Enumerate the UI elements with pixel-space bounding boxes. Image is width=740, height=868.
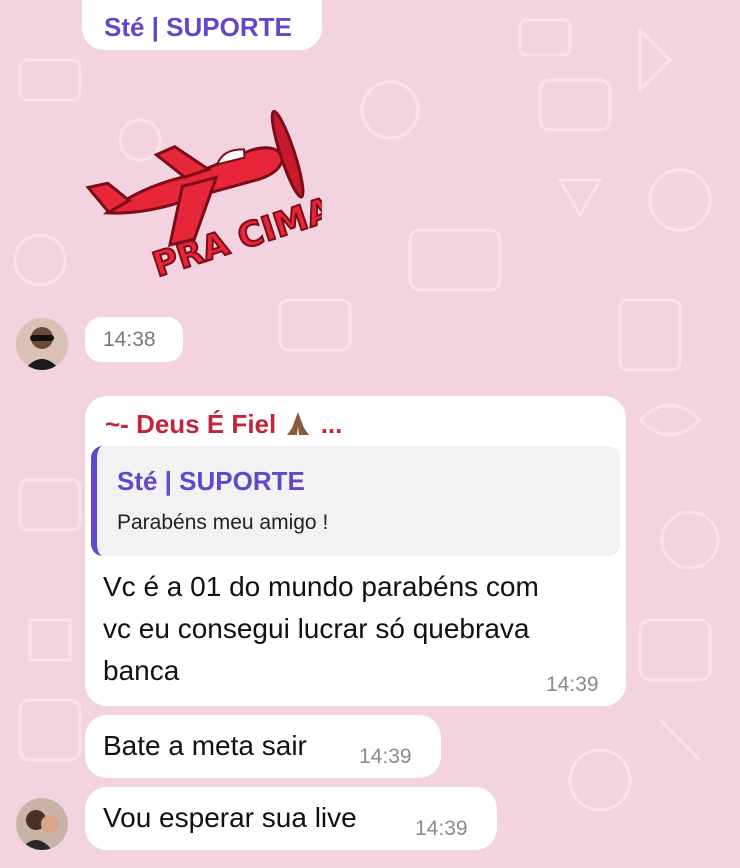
- message-bubble-reply[interactable]: ~- Deus É Fiel ... Sté | SUPORTE Parabén…: [85, 396, 626, 706]
- time-bubble: 14:38: [85, 317, 183, 362]
- quoted-text: Parabéns meu amigo !: [117, 511, 329, 534]
- avatar[interactable]: [16, 798, 68, 850]
- message-text: Vou esperar sua live: [103, 802, 357, 833]
- quoted-reply[interactable]: Sté | SUPORTE Parabéns meu amigo !: [91, 446, 620, 556]
- quoted-sender: Sté | SUPORTE: [117, 466, 305, 496]
- praying-hands-icon: [287, 412, 310, 435]
- sender-name-suffix: ...: [320, 409, 343, 439]
- message-bubble[interactable]: Bate a meta sair 14:39: [85, 715, 441, 778]
- sender-name[interactable]: Sté | SUPORTE: [104, 12, 292, 43]
- message-time: 14:39: [359, 745, 412, 768]
- message-time: 14:39: [546, 673, 599, 696]
- message-time: 14:39: [415, 817, 468, 840]
- message-line: Vc é a 01 do mundo parabéns com: [103, 571, 539, 602]
- message-bubble-sender-header[interactable]: Sté | SUPORTE: [82, 0, 322, 50]
- message-line: vc eu consegui lucrar só quebrava: [103, 613, 530, 644]
- sender-name[interactable]: ~- Deus É Fiel ...: [105, 408, 342, 440]
- avatar[interactable]: [16, 318, 68, 370]
- message-time: 14:38: [103, 328, 156, 351]
- message-text: Bate a meta sair: [103, 730, 307, 761]
- message-line: banca: [103, 655, 180, 686]
- sender-name-text: ~- Deus É Fiel: [105, 409, 277, 439]
- message-bubble[interactable]: Vou esperar sua live 14:39: [85, 787, 497, 850]
- airplane-sticker-icon[interactable]: PRA CIMA: [82, 72, 322, 297]
- message-text: Vc é a 01 do mundo parabéns com vc eu co…: [103, 566, 539, 692]
